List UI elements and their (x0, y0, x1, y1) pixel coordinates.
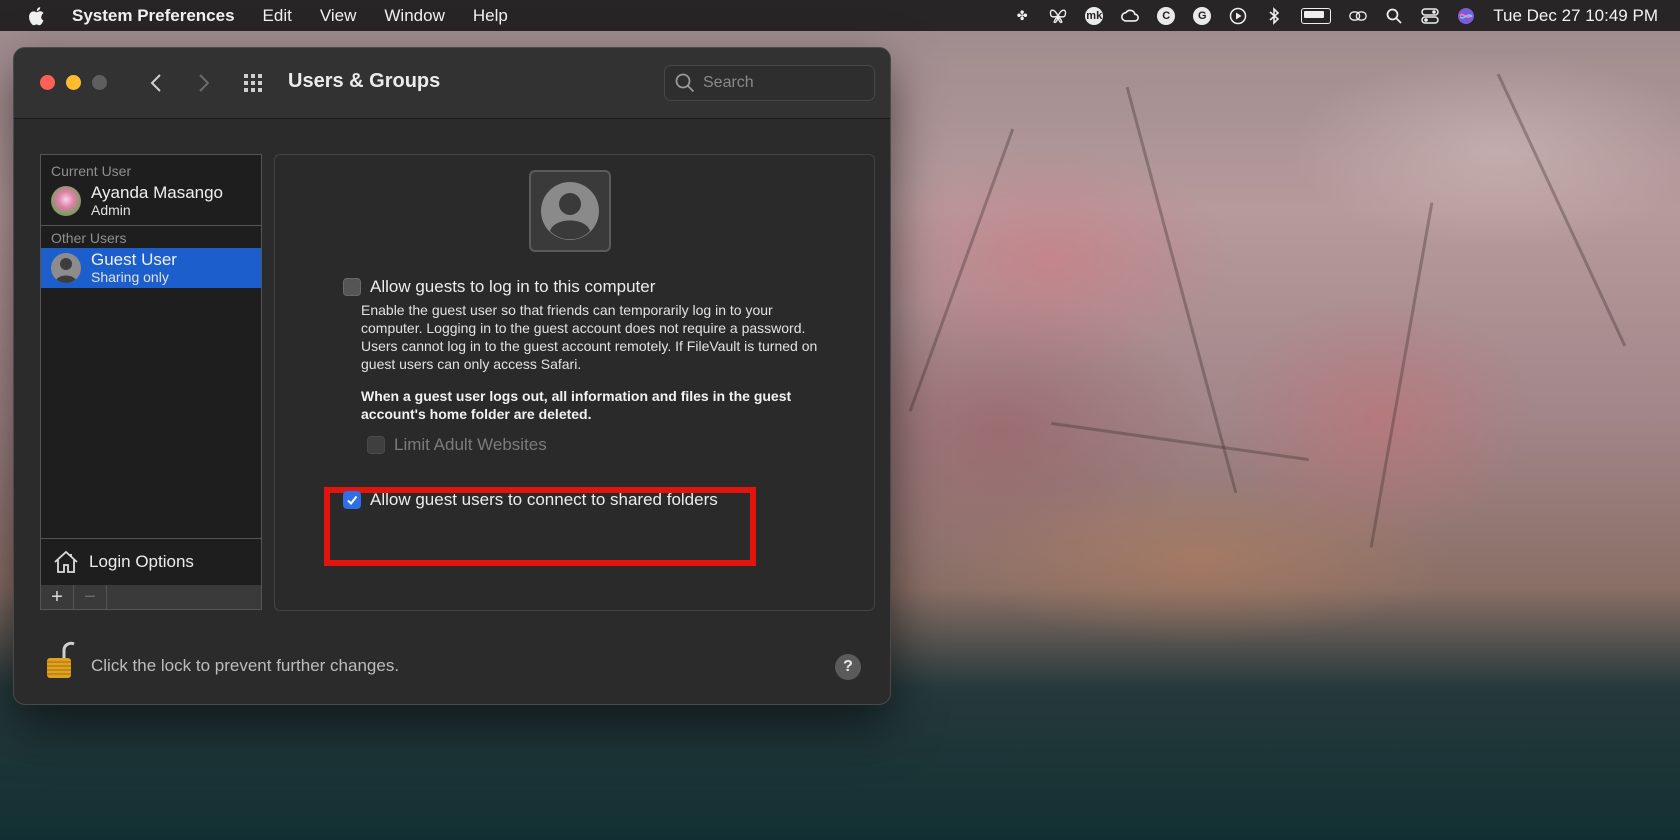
dropbox-icon[interactable]: ✤ (1013, 7, 1031, 25)
limit-adult-websites-option: Limit Adult Websites (367, 435, 547, 455)
window-title: Users & Groups (288, 70, 441, 92)
user-row-guest[interactable]: Guest User Sharing only (41, 248, 261, 288)
creative-cloud-icon[interactable] (1121, 7, 1140, 25)
back-arrow-icon[interactable] (144, 68, 168, 98)
menu-window[interactable]: Window (384, 6, 444, 26)
menu-edit[interactable]: Edit (263, 6, 292, 26)
user-role: Sharing only (91, 269, 169, 285)
apple-menu-icon[interactable] (28, 6, 50, 26)
wallpaper-texture (1051, 421, 1309, 462)
other-users-section-label: Other Users (51, 230, 127, 246)
user-name: Ayanda Masango (91, 183, 224, 202)
lock-message: Click the lock to prevent further change… (91, 656, 400, 675)
shared-folders-checkbox[interactable] (343, 491, 361, 509)
flower-avatar-icon (51, 186, 81, 216)
menu-help[interactable]: Help (473, 6, 508, 26)
search-icon[interactable] (1385, 7, 1403, 25)
user-silhouette-icon (541, 182, 599, 240)
control-center-icon[interactable] (1421, 7, 1439, 25)
add-user-button[interactable]: + (41, 585, 74, 609)
wallpaper-texture (1125, 86, 1238, 494)
shared-folders-label: Allow guest users to connect to shared f… (370, 490, 718, 509)
link-icon[interactable] (1349, 7, 1368, 25)
c-circle-icon[interactable]: C (1157, 6, 1176, 25)
status-tray: ✤ mk C G Tue Dec 27 10:49 PM (1013, 6, 1658, 26)
menu-view[interactable]: View (320, 6, 357, 26)
user-row-current[interactable]: Ayanda Masango Admin (41, 181, 261, 221)
guest-user-picture (529, 170, 611, 252)
siri-icon[interactable] (1457, 7, 1475, 25)
user-role: Admin (91, 202, 131, 218)
grammarly-icon[interactable]: G (1193, 6, 1212, 25)
limit-adult-websites-label: Limit Adult Websites (394, 435, 547, 454)
user-list-toolbar: + − (40, 585, 262, 610)
help-button[interactable]: ? (835, 654, 861, 680)
divider (41, 225, 261, 226)
search-input[interactable] (701, 73, 855, 93)
shared-folders-option[interactable]: Allow guest users to connect to shared f… (343, 490, 718, 510)
guest-warning: When a guest user logs out, all informat… (361, 388, 792, 422)
unlocked-padlock-icon[interactable] (44, 640, 76, 687)
allow-guest-login-option[interactable]: Allow guests to log in to this computer (343, 277, 655, 297)
bluetooth-icon[interactable] (1265, 6, 1283, 25)
menubar-clock[interactable]: Tue Dec 27 10:49 PM (1493, 6, 1658, 26)
wallpaper-texture (908, 128, 1015, 412)
butterfly-icon[interactable] (1049, 7, 1067, 25)
login-options-item[interactable]: Login Options (41, 538, 261, 585)
allow-guest-login-label: Allow guests to log in to this computer (370, 277, 656, 296)
close-window-button[interactable] (40, 75, 55, 90)
house-icon (54, 550, 78, 573)
checkmark-icon (347, 495, 358, 506)
minimize-window-button[interactable] (66, 75, 81, 90)
search-icon (675, 73, 695, 93)
allow-guest-login-checkbox[interactable] (343, 278, 361, 296)
wallpaper-texture (1496, 73, 1627, 347)
search-field[interactable] (664, 65, 875, 101)
login-options-label: Login Options (89, 552, 194, 571)
show-all-grid-icon[interactable] (243, 73, 267, 93)
mk-icon[interactable]: mk (1085, 6, 1104, 25)
forward-arrow-icon[interactable] (192, 68, 216, 98)
play-icon[interactable] (1229, 7, 1247, 25)
battery-icon[interactable] (1301, 7, 1332, 24)
zoom-window-button[interactable] (92, 75, 107, 90)
user-list: Current User Ayanda Masango Admin Other … (40, 154, 262, 586)
remove-user-button[interactable]: − (74, 585, 107, 609)
window-titlebar: Users & Groups (14, 48, 890, 119)
wallpaper-texture (1369, 202, 1434, 548)
guest-avatar-icon (51, 253, 81, 283)
limit-adult-websites-checkbox (367, 436, 385, 454)
guest-description: Enable the guest user so that friends ca… (361, 302, 818, 372)
app-menu-system-preferences[interactable]: System Preferences (72, 6, 235, 26)
guest-settings-panel: Allow guests to log in to this computer … (274, 154, 875, 611)
current-user-section-label: Current User (51, 163, 132, 179)
menu-bar: System Preferences Edit View Window Help… (0, 0, 1680, 31)
user-name: Guest User (91, 250, 177, 269)
users-groups-window: Users & Groups Current User Ayanda Masan… (13, 47, 891, 705)
